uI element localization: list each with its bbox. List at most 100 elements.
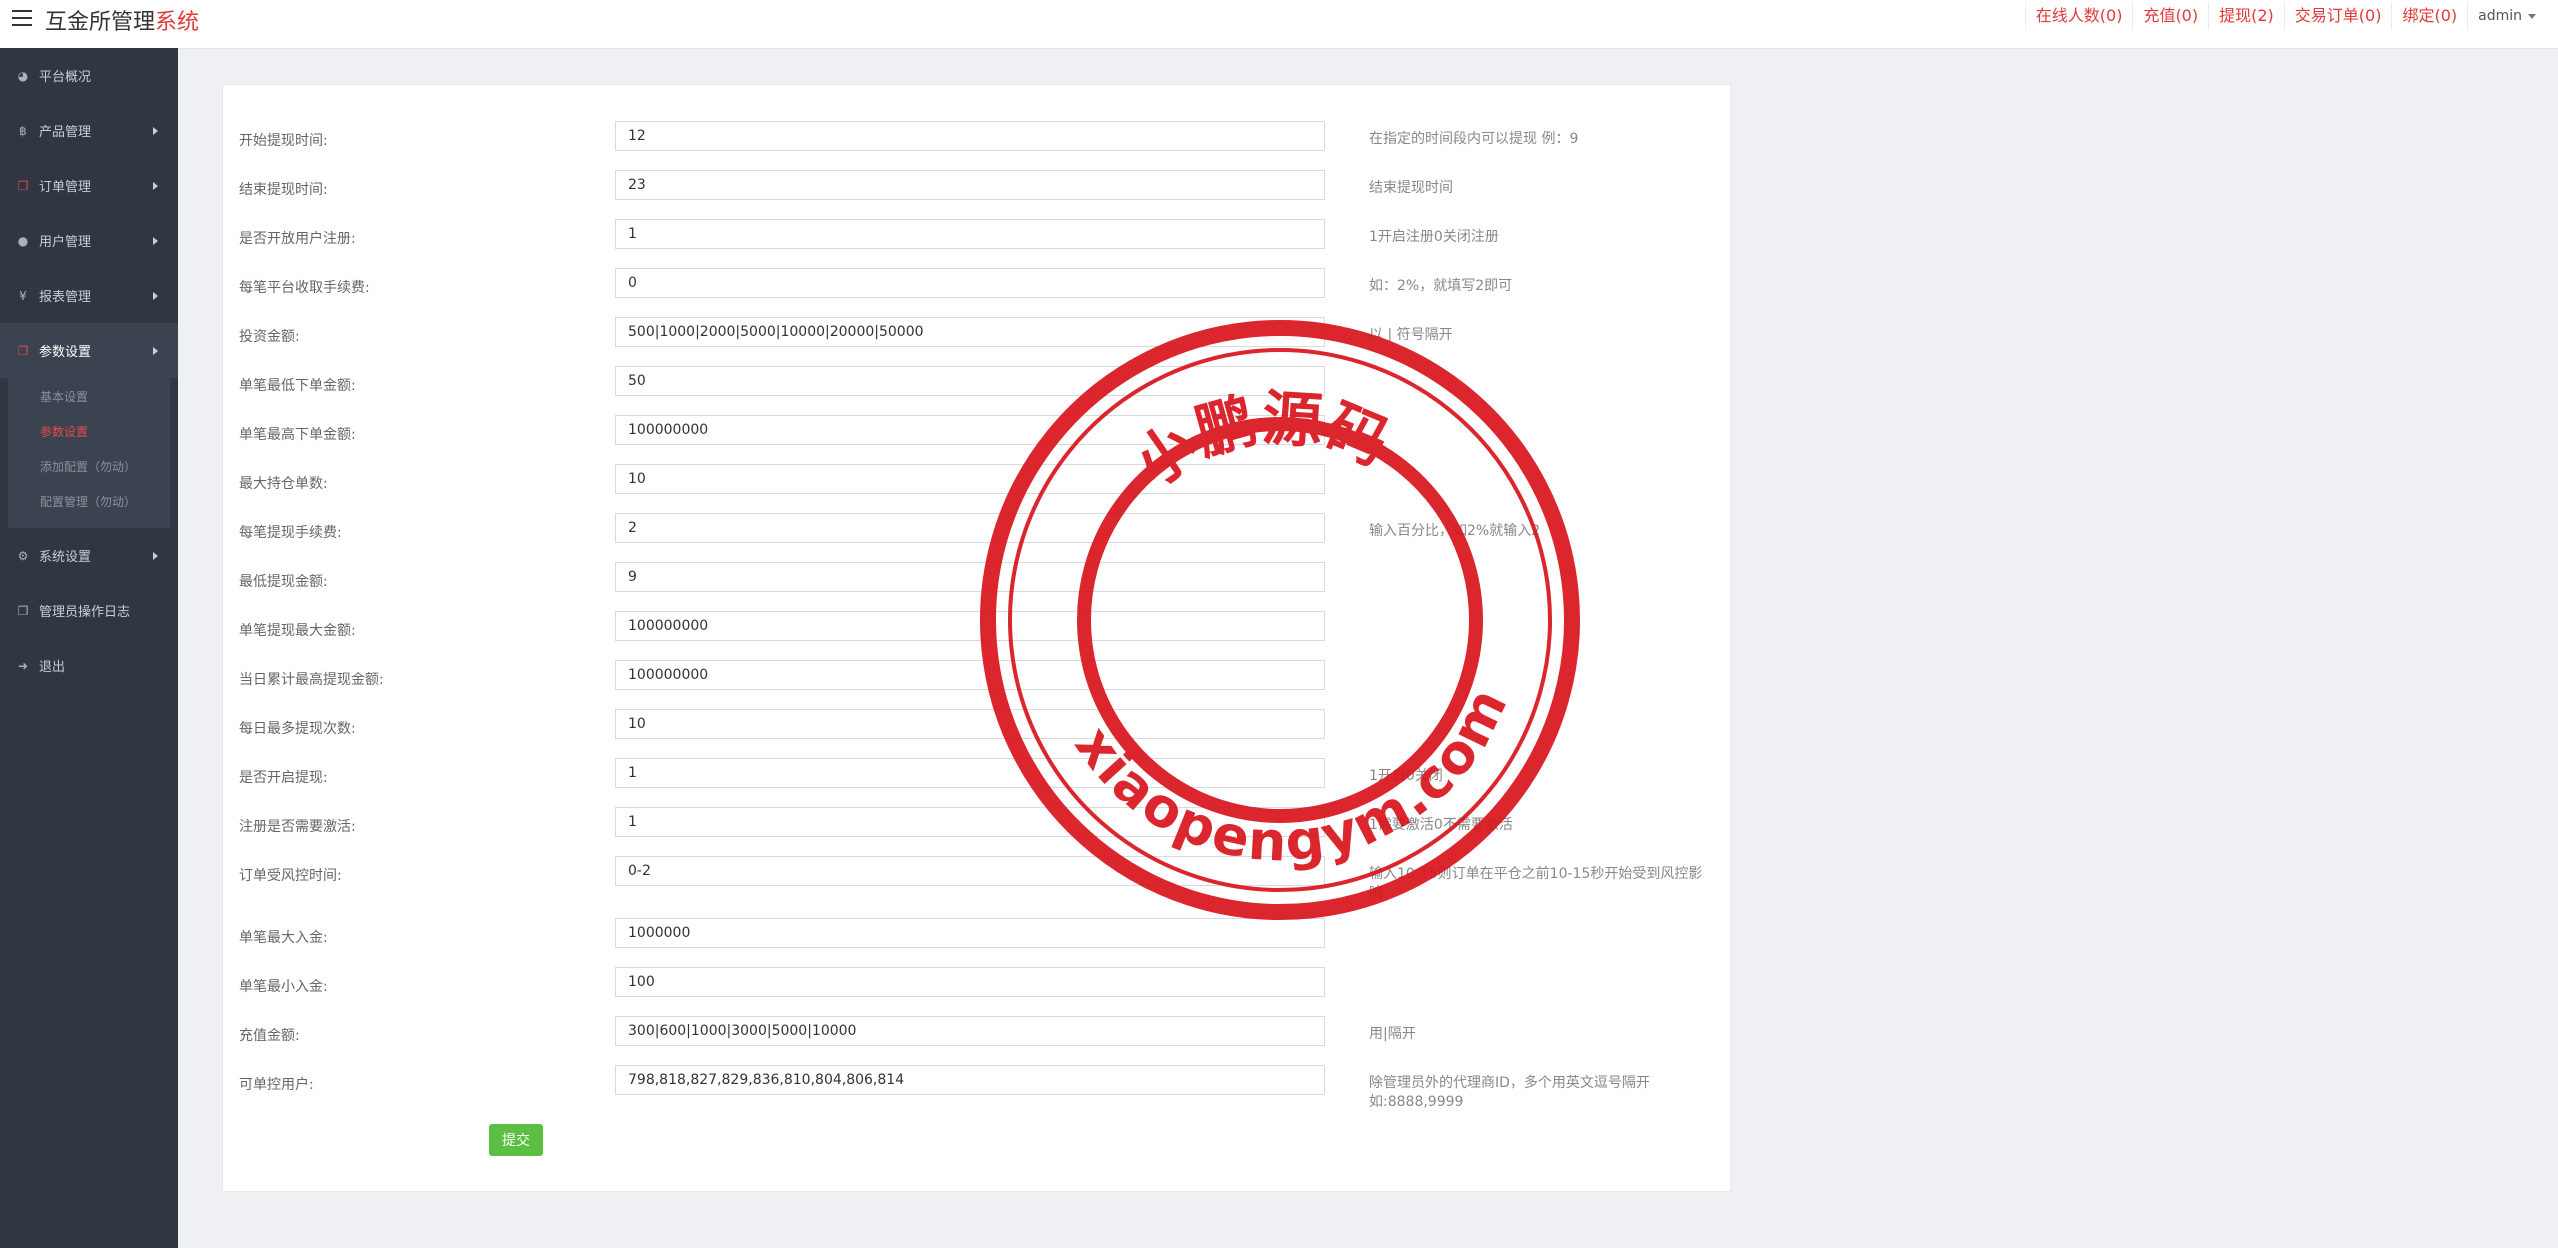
user-name: admin xyxy=(2478,8,2522,24)
menu-toggle-icon[interactable] xyxy=(12,10,32,26)
sidebar-item-reports[interactable]: ¥ 报表管理 xyxy=(0,268,178,323)
field-hint: 1需要激活0不需要激活 xyxy=(1369,817,1513,833)
field-label: 每笔平台收取手续费: xyxy=(239,280,370,296)
form-row: 可单控用户: 除管理员外的代理商ID，多个用英文逗号隔开如:8888,9999 xyxy=(223,1065,1730,1110)
submit-button[interactable]: 提交 xyxy=(489,1124,543,1156)
max-deposit-input[interactable] xyxy=(615,918,1325,948)
field-label: 当日累计最高提现金额: xyxy=(239,672,384,688)
sidebar-item-label: 平台概况 xyxy=(39,70,92,85)
sidebar: ◕ 平台概况 ฿ 产品管理 ❐ 订单管理 ● 用户管理 ¥ 报表管理 ❐ 参数设… xyxy=(0,48,178,1248)
form-row: 注册是否需要激活: 1需要激活0不需要激活 xyxy=(223,807,1730,841)
sidebar-item-admin-log[interactable]: ❐ 管理员操作日志 xyxy=(0,583,178,638)
recharge-amounts-input[interactable] xyxy=(615,1016,1325,1046)
field-hint: 输入10-15则订单在平仓之前10-15秒开始受到风控影响 xyxy=(1369,866,1703,901)
form-row: 投资金额: 以 | 符号隔开 xyxy=(223,317,1730,351)
form-row: 每笔平台收取手续费: 如：2%，就填写2即可 xyxy=(223,268,1730,302)
sidebar-item-products[interactable]: ฿ 产品管理 xyxy=(0,103,178,158)
settings-card: 开始提现时间: 在指定的时间段内可以提现 例：9 结束提现时间: 结束提现时间 … xyxy=(222,84,1731,1192)
chevron-right-icon xyxy=(153,237,158,245)
sidebar-item-logout[interactable]: ➜ 退出 xyxy=(0,638,178,693)
daily-withdraw-count-input[interactable] xyxy=(615,709,1325,739)
min-order-amount-input[interactable] xyxy=(615,366,1325,396)
field-label: 单笔最大入金: xyxy=(239,930,328,946)
withdraw-end-time-input[interactable] xyxy=(615,170,1325,200)
require-activation-input[interactable] xyxy=(615,807,1325,837)
platform-fee-input[interactable] xyxy=(615,268,1325,298)
min-withdraw-input[interactable] xyxy=(615,562,1325,592)
form-row: 订单受风控时间: 输入10-15则订单在平仓之前10-15秒开始受到风控影响 xyxy=(223,856,1730,901)
form-row: 单笔最大入金: xyxy=(223,918,1730,952)
brand-main: 互金所管理 xyxy=(45,10,156,35)
sidebar-item-users[interactable]: ● 用户管理 xyxy=(0,213,178,268)
field-label: 单笔提现最大金额: xyxy=(239,623,356,639)
withdraw-link[interactable]: 提现(2) xyxy=(2208,2,2284,30)
sidebar-item-label: 订单管理 xyxy=(39,180,92,195)
sidebar-item-params[interactable]: ❐ 参数设置 xyxy=(0,323,178,378)
params-submenu: 基本设置 参数设置 添加配置（勿动） 配置管理（勿动） xyxy=(8,378,170,528)
controlled-users-input[interactable] xyxy=(615,1065,1325,1095)
max-single-withdraw-input[interactable] xyxy=(615,611,1325,641)
field-label: 单笔最低下单金额: xyxy=(239,378,356,394)
submenu-basic-settings[interactable]: 基本设置 xyxy=(8,380,170,415)
chevron-right-icon xyxy=(153,347,158,355)
max-order-amount-input[interactable] xyxy=(615,415,1325,445)
recharge-link[interactable]: 充值(0) xyxy=(2132,2,2208,30)
submenu-param-settings[interactable]: 参数设置 xyxy=(8,415,170,450)
chevron-right-icon xyxy=(153,292,158,300)
form-row: 是否开启提现: 1开启0关闭 xyxy=(223,758,1730,792)
withdraw-fee-input[interactable] xyxy=(615,513,1325,543)
chevron-right-icon xyxy=(153,182,158,190)
field-label: 每日最多提现次数: xyxy=(239,721,356,737)
field-label: 是否开启提现: xyxy=(239,770,328,786)
sidebar-item-label: 参数设置 xyxy=(39,345,92,360)
field-hint: 输入百分比，如2%就输入2 xyxy=(1369,523,1541,539)
sidebar-item-overview[interactable]: ◕ 平台概况 xyxy=(0,48,178,103)
withdraw-start-time-input[interactable] xyxy=(615,121,1325,151)
form-row: 开始提现时间: 在指定的时间段内可以提现 例：9 xyxy=(223,121,1730,155)
field-label: 每笔提现手续费: xyxy=(239,525,342,541)
cogs-icon: ⚙ xyxy=(17,548,29,563)
field-hint: 如：2%，就填写2即可 xyxy=(1369,278,1513,294)
submenu-config-manage[interactable]: 配置管理（勿动） xyxy=(8,485,170,520)
top-bar: 互金所管理系统 在线人数(0) 充值(0) 提现(2) 交易订单(0) 绑定(0… xyxy=(0,0,2558,49)
risk-control-time-input[interactable] xyxy=(615,856,1325,886)
sidebar-item-orders[interactable]: ❐ 订单管理 xyxy=(0,158,178,213)
field-label: 是否开放用户注册: xyxy=(239,231,356,247)
online-users-link[interactable]: 在线人数(0) xyxy=(2024,2,2133,30)
field-hint: 除管理员外的代理商ID，多个用英文逗号隔开如:8888,9999 xyxy=(1369,1075,1650,1110)
sidebar-item-label: 产品管理 xyxy=(39,125,92,140)
field-label: 注册是否需要激活: xyxy=(239,819,356,835)
submenu-add-config[interactable]: 添加配置（勿动） xyxy=(8,450,170,485)
brand-accent: 系统 xyxy=(155,10,200,35)
sign-out-icon: ➜ xyxy=(17,658,29,673)
form-row: 结束提现时间: 结束提现时间 xyxy=(223,170,1730,204)
min-deposit-input[interactable] xyxy=(615,967,1325,997)
chevron-right-icon xyxy=(153,127,158,135)
form-row: 单笔最小入金: xyxy=(223,967,1730,1001)
sidebar-item-label: 退出 xyxy=(39,660,66,675)
field-hint: 用|隔开 xyxy=(1369,1026,1416,1042)
field-label: 订单受风控时间: xyxy=(239,868,342,884)
form-row: 当日累计最高提现金额: xyxy=(223,660,1730,694)
enable-withdraw-input[interactable] xyxy=(615,758,1325,788)
daily-max-withdraw-input[interactable] xyxy=(615,660,1325,690)
chevron-right-icon xyxy=(153,552,158,560)
form-row: 是否开放用户注册: 1开启注册0关闭注册 xyxy=(223,219,1730,253)
form-row: 每笔提现手续费: 输入百分比，如2%就输入2 xyxy=(223,513,1730,547)
field-label: 单笔最高下单金额: xyxy=(239,427,356,443)
field-label: 开始提现时间: xyxy=(239,133,328,149)
sidebar-item-system[interactable]: ⚙ 系统设置 xyxy=(0,528,178,583)
sidebar-item-label: 系统设置 xyxy=(39,550,92,565)
max-positions-input[interactable] xyxy=(615,464,1325,494)
sidebar-item-label: 用户管理 xyxy=(39,235,92,250)
form-row: 最低提现金额: xyxy=(223,562,1730,596)
bind-link[interactable]: 绑定(0) xyxy=(2391,2,2467,30)
invest-amounts-input[interactable] xyxy=(615,317,1325,347)
user-menu[interactable]: admin xyxy=(2467,2,2546,30)
app-brand: 互金所管理系统 xyxy=(45,4,199,36)
trade-orders-link[interactable]: 交易订单(0) xyxy=(2283,2,2392,30)
form-row: 单笔最低下单金额: xyxy=(223,366,1730,400)
field-label: 最低提现金额: xyxy=(239,574,328,590)
field-hint: 1开启0关闭 xyxy=(1369,768,1443,784)
open-registration-input[interactable] xyxy=(615,219,1325,249)
